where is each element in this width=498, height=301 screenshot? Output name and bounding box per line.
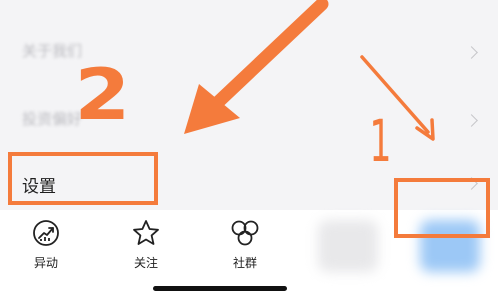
tab-movers[interactable]: 异动 [16,218,76,278]
tab-label: 异动 [33,256,58,270]
blurred-tab[interactable] [318,220,378,272]
tab-label: 社群 [232,256,257,270]
bubbles-icon [231,220,259,246]
settings-item-label: 关于我们 [22,42,83,60]
home-indicator [153,286,287,291]
tab-label: 关注 [133,256,158,270]
star-icon [133,220,159,245]
step-number-2: 2 [74,54,131,136]
tab-watchlist[interactable]: 关注 [116,218,176,278]
chart-trend-icon [33,220,59,246]
settings-item-label: 投资偏好 [22,110,83,128]
tab-community[interactable]: 社群 [215,218,275,278]
chevron-right-icon [465,114,478,127]
highlight-box-settings [8,152,158,205]
chevron-right-icon [465,46,478,59]
step-number-1: 1 [369,107,392,175]
highlight-box-mine-tab [394,178,490,238]
